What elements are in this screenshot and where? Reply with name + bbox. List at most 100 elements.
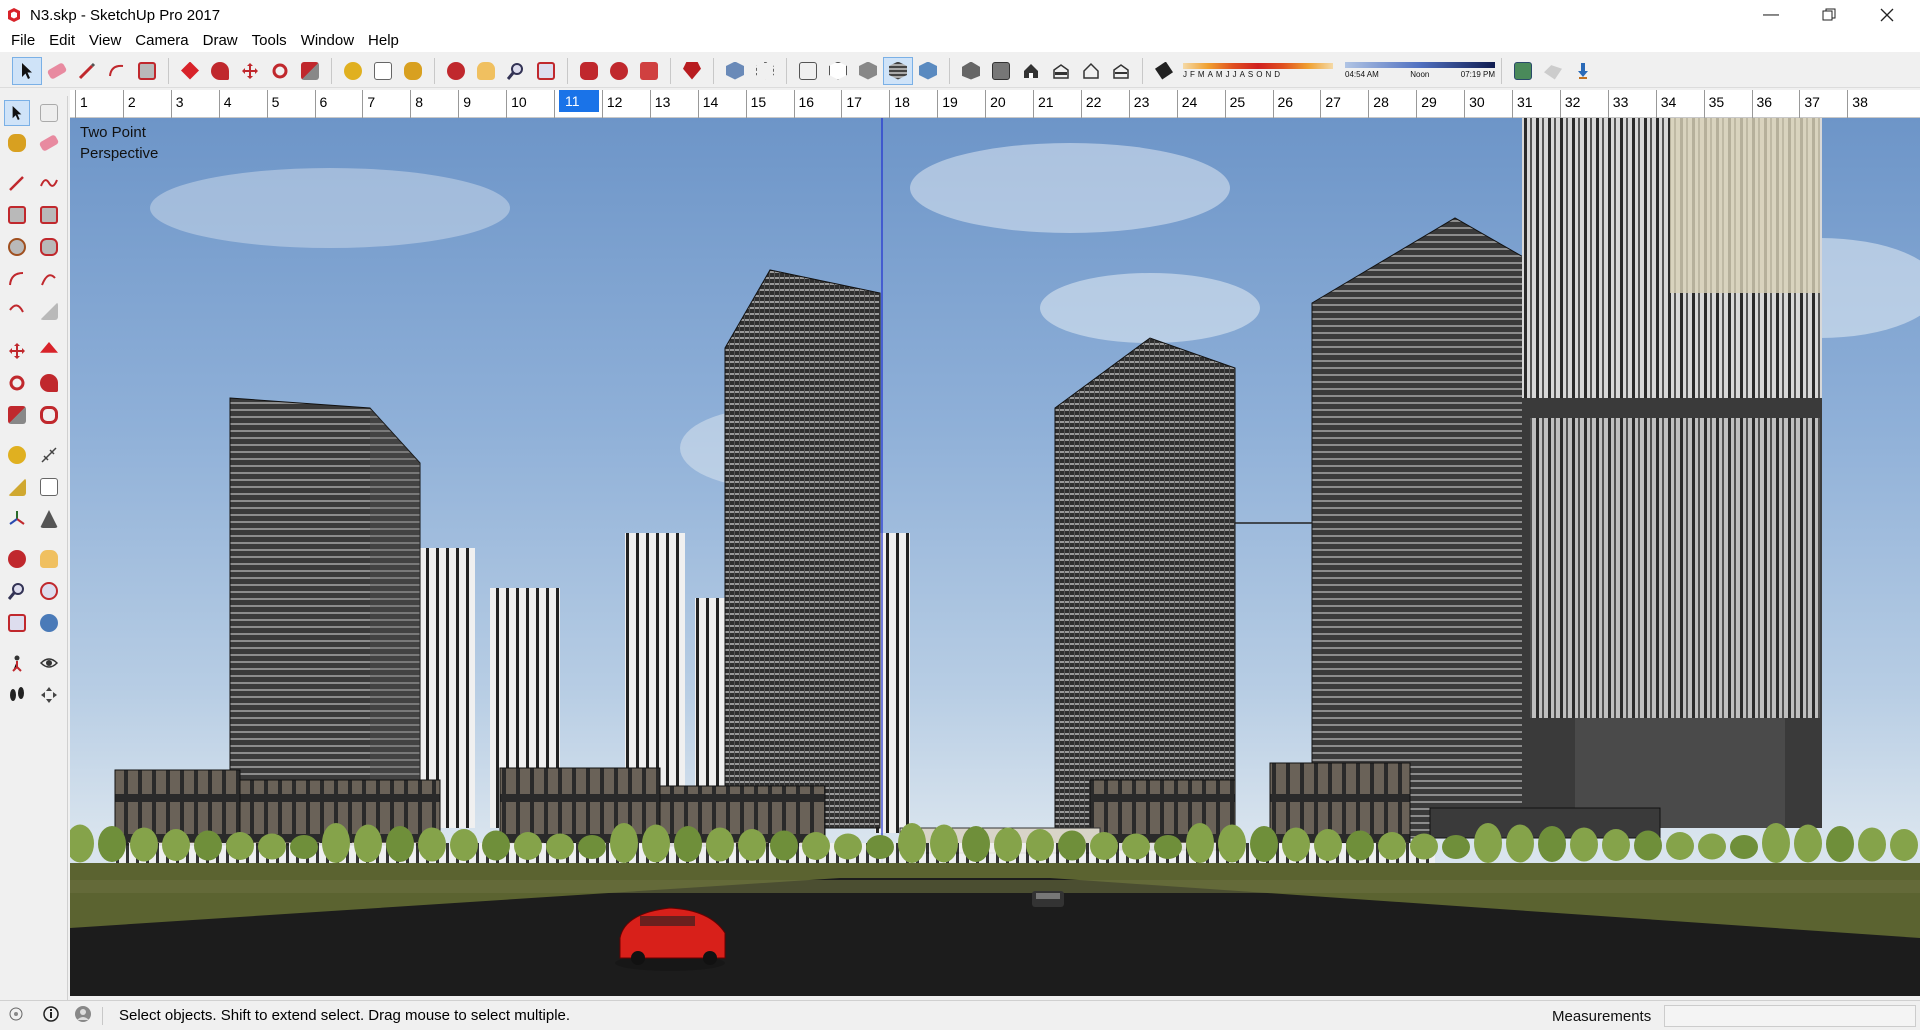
palette-text-button[interactable] — [36, 474, 62, 500]
palette-make-component-button[interactable] — [36, 100, 62, 126]
palette-position-camera-button[interactable] — [4, 650, 30, 676]
ruler-tab-25[interactable]: 25 — [1230, 94, 1246, 110]
top-view-button[interactable] — [986, 57, 1016, 85]
back-edges-button[interactable] — [750, 57, 780, 85]
ruler-tab-26[interactable]: 26 — [1278, 94, 1294, 110]
toggle-terrain-button[interactable] — [1538, 57, 1568, 85]
shadows-toggle-button[interactable] — [1149, 57, 1179, 85]
ruler-tab-30[interactable]: 30 — [1469, 94, 1485, 110]
palette-orbit-button[interactable] — [4, 546, 30, 572]
palette-polygon-button[interactable] — [36, 234, 62, 260]
shaded-button[interactable] — [853, 57, 883, 85]
back-view-button[interactable] — [1076, 57, 1106, 85]
ruler-tab-10[interactable]: 10 — [511, 94, 527, 110]
minimize-button[interactable]: — — [1742, 0, 1800, 30]
pan-button[interactable] — [471, 57, 501, 85]
palette-look-around-button[interactable] — [36, 650, 62, 676]
ruler-tab-32[interactable]: 32 — [1565, 94, 1581, 110]
ruler-tab-18[interactable]: 18 — [894, 94, 910, 110]
shapes-tool-button[interactable] — [132, 57, 162, 85]
palette-circle-button[interactable] — [4, 234, 30, 260]
push-pull-button[interactable] — [175, 57, 205, 85]
ruler-tab-4[interactable]: 4 — [224, 94, 232, 110]
palette-push-pull-button[interactable] — [36, 338, 62, 364]
xray-button[interactable] — [720, 57, 750, 85]
palette-2point-arc-button[interactable] — [36, 266, 62, 292]
ruler-tab-11[interactable]: 11 — [559, 90, 599, 112]
ruler-tab-28[interactable]: 28 — [1373, 94, 1389, 110]
hidden-line-button[interactable] — [823, 57, 853, 85]
move-tool-button[interactable] — [235, 57, 265, 85]
measurements-box[interactable] — [1664, 1005, 1916, 1027]
ruler-tab-17[interactable]: 17 — [846, 94, 862, 110]
palette-select-button[interactable] — [4, 100, 30, 126]
palette-eraser-button[interactable] — [36, 130, 62, 156]
menu-tools[interactable]: Tools — [245, 30, 294, 52]
ruler-tab-33[interactable]: 33 — [1613, 94, 1629, 110]
credits-info-icon[interactable] — [42, 1005, 60, 1026]
arc-tool-button[interactable] — [102, 57, 132, 85]
palette-walk-button[interactable] — [4, 682, 30, 708]
palette-follow-me-button[interactable] — [36, 370, 62, 396]
shaded-textures-button[interactable] — [883, 56, 913, 85]
ruler-tab-31[interactable]: 31 — [1517, 94, 1533, 110]
menu-edit[interactable]: Edit — [42, 30, 82, 52]
user-account-icon[interactable] — [74, 1005, 92, 1026]
ruler-tab-14[interactable]: 14 — [703, 94, 719, 110]
palette-dimension-button[interactable] — [36, 442, 62, 468]
palette-axes-button[interactable] — [4, 506, 30, 532]
photo-textures-button[interactable] — [1568, 57, 1598, 85]
ruler-tab-21[interactable]: 21 — [1038, 94, 1054, 110]
palette-zoom-button[interactable] — [4, 578, 30, 604]
palette-move-button[interactable] — [4, 338, 30, 364]
ruler-tab-38[interactable]: 38 — [1852, 94, 1868, 110]
tape-measure-button[interactable] — [338, 57, 368, 85]
ruler-tab-22[interactable]: 22 — [1086, 94, 1102, 110]
time-slider[interactable] — [1345, 62, 1495, 68]
ruler-tab-20[interactable]: 20 — [990, 94, 1006, 110]
palette-rotate-button[interactable] — [4, 370, 30, 396]
ruler-tab-34[interactable]: 34 — [1661, 94, 1677, 110]
ruler-tab-16[interactable]: 16 — [799, 94, 815, 110]
ruler-tab-36[interactable]: 36 — [1757, 94, 1773, 110]
palette-offset-button[interactable] — [36, 402, 62, 428]
monochrome-button[interactable] — [913, 57, 943, 85]
palette-pie-button[interactable] — [36, 298, 62, 324]
ruler-tab-9[interactable]: 9 — [463, 94, 471, 110]
palette-rectangle-button[interactable] — [4, 202, 30, 228]
ruler-tab-3[interactable]: 3 — [176, 94, 184, 110]
scale-tool-button[interactable] — [295, 57, 325, 85]
ruler-tab-35[interactable]: 35 — [1709, 94, 1725, 110]
geo-location-icon[interactable] — [8, 1006, 24, 1025]
zoom-extents-button[interactable] — [531, 57, 561, 85]
eraser-tool-button[interactable] — [42, 57, 72, 85]
ruler-tab-24[interactable]: 24 — [1182, 94, 1198, 110]
left-view-button[interactable] — [1106, 57, 1136, 85]
text-tool-button[interactable] — [368, 57, 398, 85]
palette-section-plane-button[interactable] — [36, 682, 62, 708]
line-tool-button[interactable] — [72, 57, 102, 85]
palette-scale-button[interactable] — [4, 402, 30, 428]
ruler-tab-8[interactable]: 8 — [415, 94, 423, 110]
iso-view-button[interactable] — [956, 57, 986, 85]
menu-help[interactable]: Help — [361, 30, 406, 52]
orbit-button[interactable] — [441, 57, 471, 85]
ruler-tab-19[interactable]: 19 — [942, 94, 958, 110]
date-slider[interactable] — [1183, 62, 1333, 69]
palette-line-button[interactable] — [4, 170, 30, 196]
ruler-tab-23[interactable]: 23 — [1134, 94, 1150, 110]
ruby-console-button[interactable] — [677, 57, 707, 85]
add-location-button[interactable] — [1508, 57, 1538, 85]
palette-rotated-rectangle-button[interactable] — [36, 202, 62, 228]
menu-file[interactable]: File — [4, 30, 42, 52]
palette-3point-arc-button[interactable] — [4, 298, 30, 324]
paint-bucket-button[interactable] — [398, 57, 428, 85]
wireframe-button[interactable] — [793, 57, 823, 85]
palette-protractor-button[interactable] — [4, 474, 30, 500]
palette-pan-button[interactable] — [36, 546, 62, 572]
rotate-tool-button[interactable] — [265, 57, 295, 85]
share-model-button[interactable] — [604, 57, 634, 85]
menu-draw[interactable]: Draw — [196, 30, 245, 52]
palette-tape-measure-button[interactable] — [4, 442, 30, 468]
drawing-area-viewport[interactable]: Two Point Perspective — [70, 118, 1920, 996]
